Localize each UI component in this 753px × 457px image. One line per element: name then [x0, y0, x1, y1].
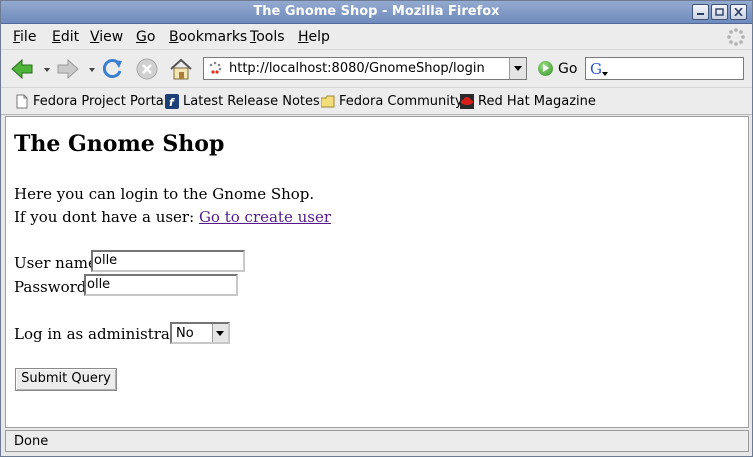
minimize-icon: [697, 13, 704, 15]
maximize-button[interactable]: [711, 4, 728, 20]
intro-text: Here you can login to the Gnome Shop.: [14, 185, 315, 203]
menu-view[interactable]: View: [90, 29, 123, 45]
status-text: Done: [14, 434, 49, 449]
admin-select[interactable]: No: [170, 322, 230, 344]
menu-file[interactable]: File: [13, 29, 36, 45]
fedora-icon: f: [165, 94, 179, 109]
reload-icon[interactable]: [99, 56, 125, 82]
redhat-icon: [460, 94, 474, 109]
page-content: The Gnome Shop Here you can login to the…: [5, 116, 749, 428]
url-text: http://localhost:8080/GnomeShop/login: [229, 61, 485, 76]
page-heading: The Gnome Shop: [14, 131, 225, 157]
folder-icon: [321, 95, 335, 108]
minimize-button[interactable]: [692, 4, 709, 20]
no-user-text: If you dont have a user:: [14, 208, 199, 226]
url-history-dropdown[interactable]: [509, 58, 526, 79]
window-title: The Gnome Shop - Mozilla Firefox: [253, 4, 500, 19]
forward-history-dropdown[interactable]: [89, 68, 95, 72]
menu-edit[interactable]: Edit: [52, 29, 79, 45]
browser-window: The Gnome Shop - Mozilla Firefox File Ed…: [0, 0, 753, 457]
forward-arrow-icon[interactable]: [55, 56, 81, 82]
go-label: Go: [558, 61, 578, 77]
close-button[interactable]: [730, 4, 747, 20]
password-field[interactable]: olle: [84, 274, 238, 296]
create-user-line: If you dont have a user: Go to create us…: [14, 208, 331, 226]
chevron-down-icon[interactable]: [212, 324, 228, 342]
create-user-link[interactable]: Go to create user: [199, 208, 331, 226]
menu-help[interactable]: Help: [298, 29, 330, 45]
page-icon: [16, 94, 28, 109]
username-field[interactable]: olle: [91, 250, 245, 272]
search-input[interactable]: G: [585, 57, 744, 80]
throbber-icon: [727, 28, 745, 46]
menu-bar: File Edit View Go Bookmarks Tools Help: [1, 24, 752, 49]
submit-button[interactable]: Submit Query: [15, 368, 117, 391]
back-history-dropdown[interactable]: [44, 68, 50, 72]
menu-go[interactable]: Go: [136, 29, 155, 45]
admin-select-value: No: [176, 326, 194, 341]
username-label: User name:: [14, 254, 102, 272]
password-label: Password:: [14, 278, 92, 296]
menu-tools[interactable]: Tools: [250, 29, 285, 45]
go-arrow-icon: [538, 61, 553, 76]
svg-text:G: G: [590, 60, 602, 77]
title-bar: The Gnome Shop - Mozilla Firefox: [1, 1, 752, 24]
maximize-icon: [715, 8, 724, 16]
url-bar[interactable]: http://localhost:8080/GnomeShop/login: [203, 57, 527, 80]
google-icon[interactable]: G: [589, 60, 609, 77]
bookmarks-toolbar: Fedora Project Portal f Latest Release N…: [1, 87, 752, 115]
loading-icon: [209, 61, 222, 74]
status-bar: Done: [5, 430, 749, 452]
home-icon[interactable]: [168, 56, 194, 82]
close-icon: [734, 8, 743, 16]
back-arrow-icon[interactable]: [9, 56, 35, 82]
stop-icon[interactable]: [134, 56, 160, 82]
menu-bookmarks[interactable]: Bookmarks: [169, 29, 247, 45]
